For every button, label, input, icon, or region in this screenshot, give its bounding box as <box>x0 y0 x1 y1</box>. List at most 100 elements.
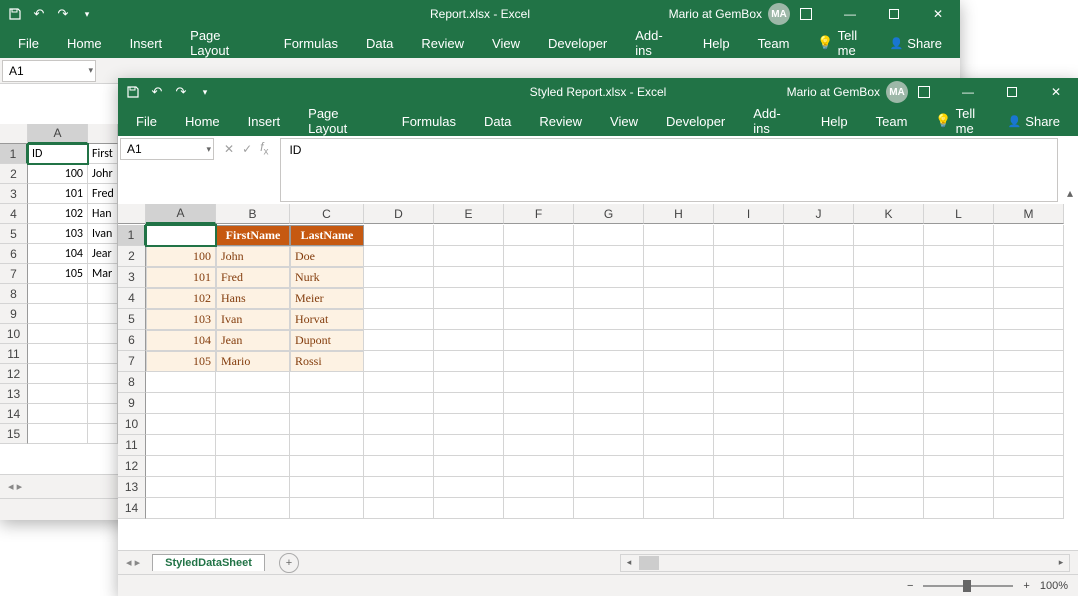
empty-cell[interactable] <box>994 498 1064 519</box>
empty-cell[interactable] <box>146 456 216 477</box>
row-header[interactable]: 2 <box>118 246 146 267</box>
empty-cell[interactable] <box>504 309 574 330</box>
empty-cell[interactable] <box>644 477 714 498</box>
empty-cell[interactable] <box>784 393 854 414</box>
empty-cell[interactable] <box>854 456 924 477</box>
empty-cell[interactable] <box>574 456 644 477</box>
row-header[interactable]: 14 <box>118 498 146 519</box>
empty-cell[interactable] <box>290 372 364 393</box>
undo-icon[interactable]: ↶ <box>30 5 48 23</box>
empty-cell[interactable] <box>784 309 854 330</box>
empty-cell[interactable] <box>216 414 290 435</box>
cell-A6[interactable]: 104 <box>28 244 88 264</box>
empty-cell[interactable] <box>714 456 784 477</box>
empty-cell[interactable] <box>574 351 644 372</box>
empty-cell[interactable] <box>854 414 924 435</box>
empty-cell[interactable] <box>714 309 784 330</box>
redo-icon[interactable]: ↷ <box>54 5 72 23</box>
empty-cell[interactable] <box>644 414 714 435</box>
empty-cell[interactable] <box>784 267 854 288</box>
undo-icon[interactable]: ↶ <box>148 83 166 101</box>
titlebar[interactable]: ↶ ↷ ▾ Styled Report.xlsx - Excel Mario a… <box>118 78 1078 106</box>
empty-cell[interactable] <box>364 267 434 288</box>
data-cell[interactable]: 104 <box>146 330 216 351</box>
empty-cell[interactable] <box>994 414 1064 435</box>
empty-cell[interactable] <box>784 330 854 351</box>
empty-cell[interactable] <box>924 246 994 267</box>
empty-cell[interactable] <box>994 435 1064 456</box>
col-header-A[interactable]: A <box>28 124 88 144</box>
empty-cell[interactable] <box>216 477 290 498</box>
empty-cell[interactable] <box>924 351 994 372</box>
menu-add-ins[interactable]: Add-ins <box>739 106 807 136</box>
data-cell[interactable]: Rossi <box>290 351 364 372</box>
row-header[interactable]: 5 <box>0 224 28 244</box>
empty-cell[interactable] <box>364 456 434 477</box>
row-header[interactable]: 10 <box>0 324 28 344</box>
empty-cell[interactable] <box>644 288 714 309</box>
row-header[interactable]: 12 <box>118 456 146 477</box>
empty-cell[interactable] <box>854 393 924 414</box>
data-cell[interactable]: Mario <box>216 351 290 372</box>
row-header[interactable]: 6 <box>118 330 146 351</box>
empty-cell[interactable] <box>994 267 1064 288</box>
empty-cell[interactable] <box>994 309 1064 330</box>
row-header[interactable]: 15 <box>0 424 28 444</box>
row-header[interactable]: 8 <box>118 372 146 393</box>
cell-B4[interactable]: Han <box>88 204 118 224</box>
empty-cell[interactable] <box>714 246 784 267</box>
col-header[interactable]: B <box>216 204 290 224</box>
empty-cell[interactable] <box>574 414 644 435</box>
cell-B3[interactable]: Fred <box>88 184 118 204</box>
empty-cell[interactable] <box>434 246 504 267</box>
select-all-button[interactable] <box>118 204 146 224</box>
empty-cell[interactable] <box>364 351 434 372</box>
row-header[interactable]: 3 <box>118 267 146 288</box>
row-header[interactable]: 1 <box>118 225 146 246</box>
empty-cell[interactable] <box>714 435 784 456</box>
empty-cell[interactable] <box>784 435 854 456</box>
name-box[interactable]: A1▾ <box>120 138 214 160</box>
empty-cell[interactable] <box>504 246 574 267</box>
empty-cell[interactable] <box>434 309 504 330</box>
empty-cell[interactable] <box>714 288 784 309</box>
row-header[interactable]: 5 <box>118 309 146 330</box>
cell-B1[interactable]: First <box>88 144 118 164</box>
cell-A5[interactable]: 103 <box>28 224 88 244</box>
close-button[interactable]: ✕ <box>916 0 960 28</box>
data-cell[interactable]: 103 <box>146 309 216 330</box>
formula-bar[interactable]: ID <box>280 138 1058 202</box>
row-header[interactable]: 11 <box>118 435 146 456</box>
empty-cell[interactable] <box>924 330 994 351</box>
empty-cell[interactable] <box>644 372 714 393</box>
empty-cell[interactable] <box>364 435 434 456</box>
maximize-button[interactable] <box>872 0 916 28</box>
zoom-slider[interactable] <box>923 585 1013 587</box>
empty-cell[interactable] <box>434 498 504 519</box>
empty-cell[interactable] <box>574 393 644 414</box>
empty-cell[interactable] <box>504 414 574 435</box>
menu-page-layout[interactable]: Page Layout <box>294 106 388 136</box>
empty-cell[interactable] <box>216 393 290 414</box>
empty-cell[interactable] <box>574 288 644 309</box>
empty-cell[interactable] <box>146 393 216 414</box>
col-header[interactable]: L <box>924 204 994 224</box>
empty-cell[interactable] <box>216 435 290 456</box>
empty-cell[interactable] <box>504 330 574 351</box>
empty-cell[interactable] <box>290 393 364 414</box>
empty-cell[interactable] <box>924 477 994 498</box>
menu-data[interactable]: Data <box>470 106 525 136</box>
empty-cell[interactable] <box>434 288 504 309</box>
menu-help[interactable]: Help <box>689 28 744 58</box>
user-account[interactable]: Mario at GemBox MA <box>787 81 908 103</box>
empty-cell[interactable] <box>574 309 644 330</box>
empty-cell[interactable] <box>924 288 994 309</box>
menu-data[interactable]: Data <box>352 28 407 58</box>
data-cell[interactable]: 101 <box>146 267 216 288</box>
row-header[interactable]: 9 <box>0 304 28 324</box>
data-cell[interactable]: 100 <box>146 246 216 267</box>
fx-icon[interactable]: fx <box>260 140 268 157</box>
data-cell[interactable]: Dupont <box>290 330 364 351</box>
data-cell[interactable]: Hans <box>216 288 290 309</box>
enter-icon[interactable]: ✓ <box>242 142 252 156</box>
